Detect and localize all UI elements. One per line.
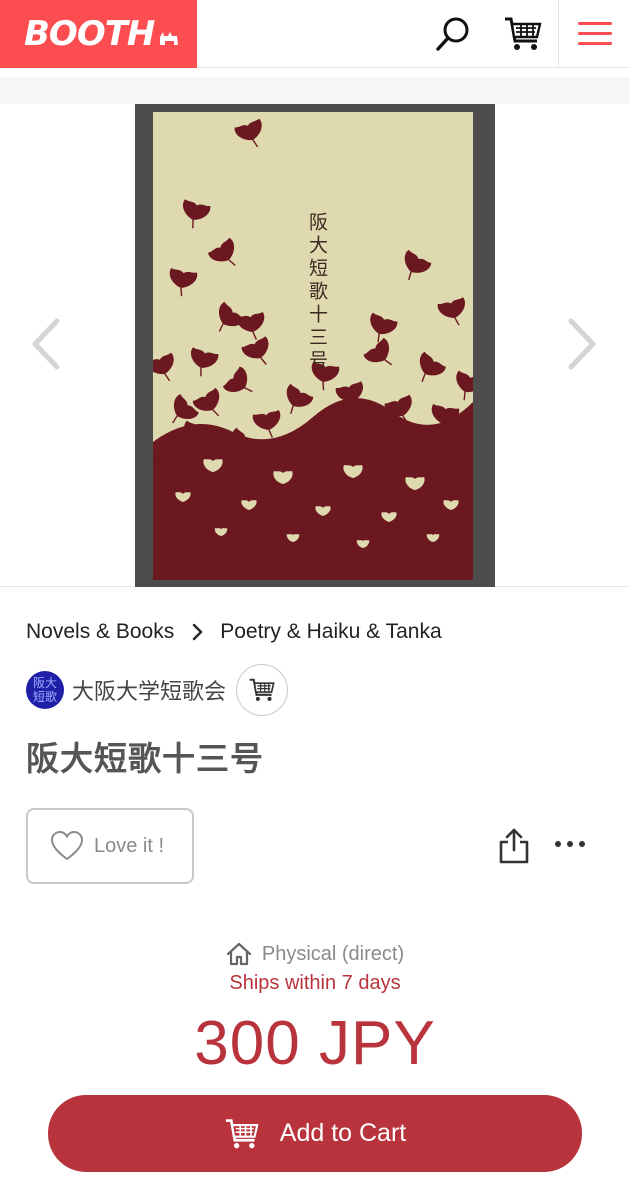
- product-gallery: 阪大短歌十三号: [0, 104, 630, 587]
- shipping-type: Physical (direct): [0, 942, 630, 966]
- breadcrumb: Novels & Books Poetry & Haiku & Tanka: [26, 618, 442, 646]
- menu-button[interactable]: [558, 0, 630, 68]
- breadcrumb-category[interactable]: Novels & Books: [26, 620, 174, 644]
- chevron-right-icon: [568, 318, 596, 370]
- booth-logo[interactable]: BOOTH: [0, 0, 197, 68]
- add-to-cart-button[interactable]: Add to Cart: [48, 1095, 582, 1172]
- house-icon: [226, 942, 251, 966]
- book-cover: 阪大短歌十三号: [153, 112, 473, 580]
- breadcrumb-subcategory[interactable]: Poetry & Haiku & Tanka: [220, 620, 441, 644]
- share-icon: [499, 828, 529, 864]
- next-image-button[interactable]: [562, 314, 602, 374]
- add-to-cart-label: Add to Cart: [279, 1119, 407, 1147]
- avatar-text: 阪大短歌: [32, 676, 57, 704]
- more-icon: [555, 841, 585, 847]
- shop-name[interactable]: 大阪大学短歌会: [72, 674, 226, 706]
- cover-title-text: 阪大短歌十三号: [306, 212, 328, 373]
- cart-button[interactable]: [496, 0, 550, 68]
- top-header: BOOTH: [0, 0, 630, 68]
- chevron-right-icon: [192, 623, 204, 641]
- chevron-left-icon: [32, 318, 60, 370]
- logo-mark-icon: [160, 32, 179, 45]
- search-button[interactable]: [428, 0, 478, 68]
- menu-icon: [577, 22, 612, 45]
- cart-icon: [225, 1118, 259, 1148]
- love-it-button[interactable]: Love it !: [26, 808, 194, 884]
- shop-avatar[interactable]: 阪大短歌: [26, 671, 64, 709]
- shipping-type-label: Physical (direct): [261, 942, 405, 965]
- price: 300 JPY: [194, 1009, 436, 1078]
- logo-text: BOOTH: [24, 14, 155, 54]
- shop-cart-button[interactable]: [236, 664, 289, 716]
- share-button[interactable]: [494, 824, 534, 868]
- heart-icon: [50, 831, 84, 861]
- shop-info: 阪大短歌 大阪大学短歌会: [26, 664, 289, 716]
- search-icon: [436, 17, 469, 51]
- notice-strip: [0, 77, 630, 104]
- cart-icon: [505, 17, 542, 50]
- product-image[interactable]: 阪大短歌十三号: [135, 104, 495, 587]
- ginkgo-cover-art: 阪大短歌十三号: [153, 117, 473, 580]
- shipping-time: Ships within 7 days: [229, 972, 401, 994]
- love-it-label: Love it !: [94, 834, 165, 857]
- item-title: 阪大短歌十三号: [26, 740, 264, 777]
- prev-image-button[interactable]: [26, 314, 66, 374]
- more-options-button[interactable]: [548, 830, 592, 858]
- cart-icon: [249, 678, 275, 701]
